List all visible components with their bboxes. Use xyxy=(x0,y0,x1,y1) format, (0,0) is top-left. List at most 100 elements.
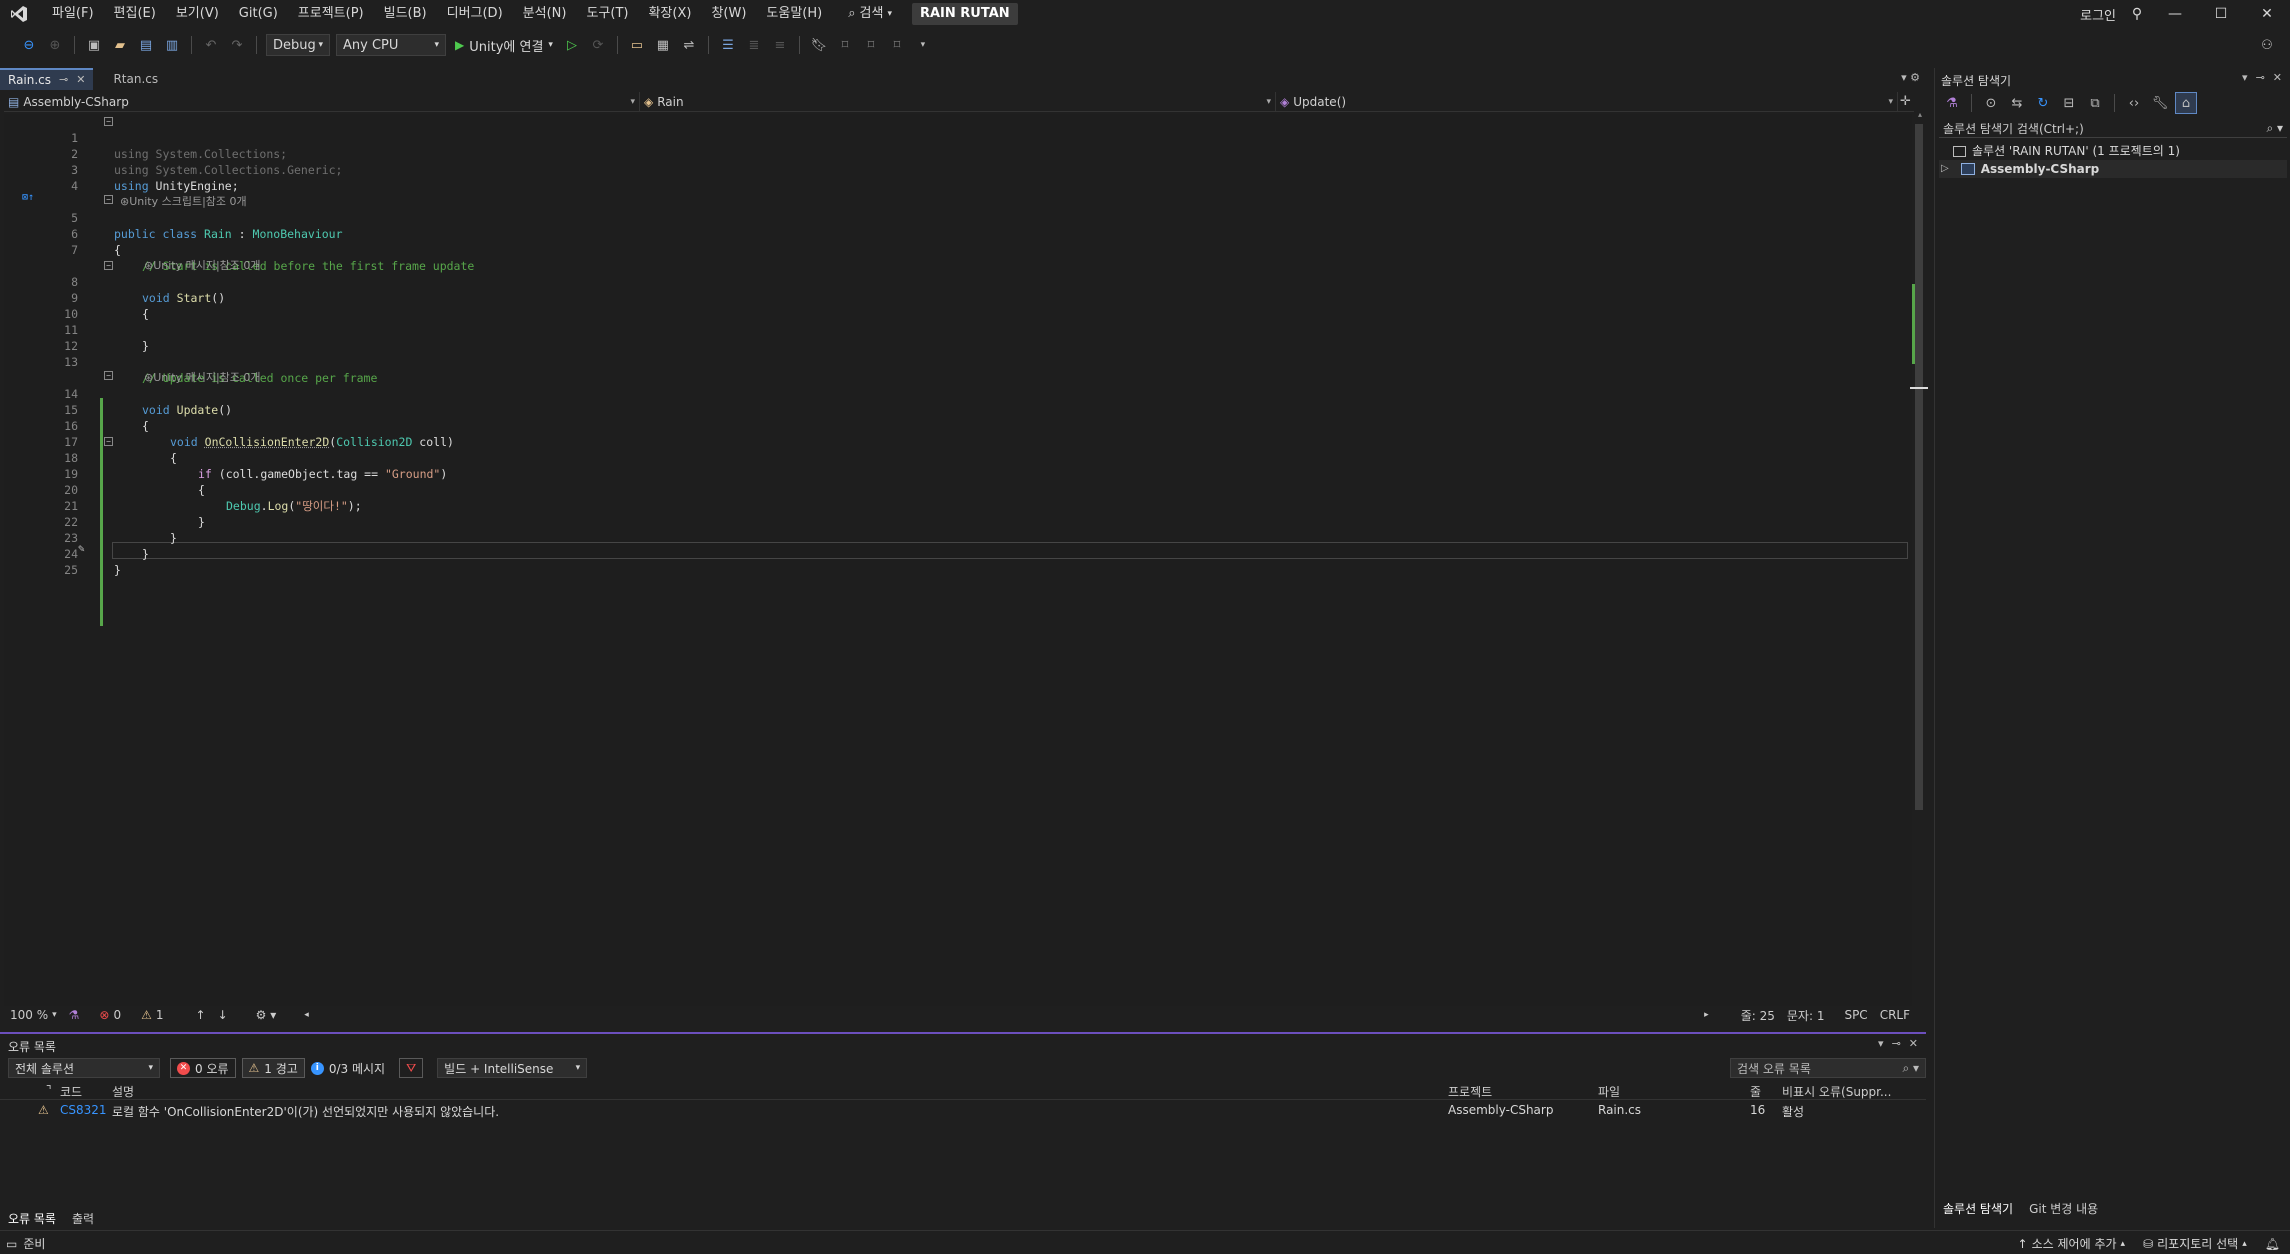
code-lens-text[interactable]: Unity 스크립트|참조 0개 xyxy=(129,195,246,208)
menu-debug[interactable]: 디버그(D) xyxy=(437,0,513,28)
code-lens-text[interactable]: Unity 메시지|참조 0개 xyxy=(153,371,260,384)
sort-icon[interactable]: ⌝ xyxy=(46,1083,52,1097)
collapse-icon[interactable]: − xyxy=(104,437,113,446)
show-all-files-icon[interactable]: ⧉ xyxy=(2084,92,2106,114)
menu-file[interactable]: 파일(F) xyxy=(42,0,104,28)
column-header-description[interactable]: 설명 xyxy=(112,1083,134,1100)
filter-toggle-button[interactable]: ⛛ xyxy=(399,1058,424,1078)
code-editor[interactable]: ⊠↑ ✎ − − − − − 1 using System.Collection… xyxy=(4,114,1912,1006)
hide-changes-icon[interactable]: ⇌ xyxy=(678,34,700,56)
menu-git[interactable]: Git(G) xyxy=(229,0,288,28)
tab-git-changes[interactable]: Git 변경 내용 xyxy=(2021,1200,2106,1218)
toggle-comment-icon[interactable]: ☰ xyxy=(717,34,739,56)
toolbar-overflow-icon[interactable]: ▾ xyxy=(912,34,934,56)
output-icon[interactable]: ▭ xyxy=(6,1237,17,1251)
scrollbar-thumb[interactable] xyxy=(1915,124,1923,810)
bookmark-icon[interactable]: 🔖︎ xyxy=(808,34,830,56)
column-header-code[interactable]: 코드 xyxy=(60,1083,82,1100)
close-icon[interactable]: ✕ xyxy=(1909,1037,1918,1050)
close-window-button[interactable]: ✕ xyxy=(2244,0,2290,28)
pin-icon[interactable]: ⊸ xyxy=(59,69,68,91)
pin-icon[interactable]: ⊸ xyxy=(1892,1037,1901,1050)
properties-icon[interactable]: 🔧︎ xyxy=(2149,92,2171,114)
column-header-project[interactable]: 프로젝트 xyxy=(1448,1083,1492,1100)
table-row[interactable]: ⚠ CS8321 로컬 함수 'OnCollisionEnter2D'이(가) … xyxy=(0,1102,1926,1122)
prev-bookmark-icon[interactable]: ⌑ xyxy=(834,34,856,56)
solution-search-input[interactable]: 솔루션 탐색기 검색(Ctrl+;) ⌕ ▾ xyxy=(1939,120,2287,138)
menu-edit[interactable]: 편집(E) xyxy=(104,0,166,28)
account-icon[interactable]: ⚲ xyxy=(2122,0,2152,28)
solution-config-select[interactable]: Debug ▾ xyxy=(266,34,330,56)
collapse-icon[interactable]: − xyxy=(104,261,113,270)
start-without-debug-icon[interactable]: ▷ xyxy=(561,34,583,56)
menu-tools[interactable]: 도구(T) xyxy=(576,0,638,28)
menu-extensions[interactable]: 확장(X) xyxy=(638,0,701,28)
column-header-suppression[interactable]: 비표시 오류(Suppr... xyxy=(1782,1083,1891,1100)
preview-icon[interactable]: ⌂ xyxy=(2175,92,2197,114)
error-source-select[interactable]: 빌드 + IntelliSense ▾ xyxy=(437,1058,588,1078)
chevron-down-icon[interactable]: ▾ xyxy=(1878,1037,1884,1050)
next-bookmark-icon[interactable]: ⌑ xyxy=(860,34,882,56)
warnings-filter-button[interactable]: ⚠ 1 경고 xyxy=(241,1058,305,1078)
tab-output[interactable]: 출력 xyxy=(64,1210,102,1228)
switch-views-icon[interactable]: ⚗ xyxy=(1941,92,1963,114)
login-link[interactable]: 로그인 xyxy=(2074,5,2122,24)
tree-item-project[interactable]: ▷ Assembly-CSharp xyxy=(1939,160,2287,178)
hot-reload-icon[interactable]: ⟳ xyxy=(587,34,609,56)
tab-overflow-icon[interactable]: ▾ ⚙ xyxy=(1901,71,1920,84)
menu-analyze[interactable]: 분석(N) xyxy=(513,0,577,28)
attach-unity-button[interactable]: ▶ Unity에 연결 ▾ xyxy=(449,34,559,56)
scroll-left-icon[interactable]: ◂ xyxy=(298,1010,315,1020)
code-style-icon[interactable]: ⚙ ▾ xyxy=(250,1008,283,1022)
solution-platform-select[interactable]: Any CPU ▾ xyxy=(336,34,446,56)
collapse-icon[interactable]: − xyxy=(104,195,113,204)
editor-vertical-scrollbar[interactable]: ▴ xyxy=(1910,110,1928,1006)
save-icon[interactable]: ▤ xyxy=(135,34,157,56)
indent-icon[interactable]: ≣ xyxy=(743,34,765,56)
error-scope-select[interactable]: 전체 솔루션 ▾ xyxy=(8,1058,160,1078)
notifications-icon[interactable]: 🔔︎ xyxy=(2265,1237,2280,1251)
column-header-line[interactable]: 줄 xyxy=(1750,1083,1761,1100)
line-ending-indicator[interactable]: CRLF xyxy=(1874,1008,1916,1022)
type-dropdown[interactable]: ◈ Rain ▾ xyxy=(640,91,1276,112)
new-project-icon[interactable]: ▣ xyxy=(83,34,105,56)
undo-icon[interactable]: ↶ xyxy=(200,34,222,56)
quick-actions-icon[interactable]: ✎ xyxy=(78,542,85,555)
browse-folder-icon[interactable]: ▭ xyxy=(626,34,648,56)
warning-count[interactable]: ⚠ 1 xyxy=(135,1008,169,1022)
menu-help[interactable]: 도움말(H) xyxy=(756,0,832,28)
line-indicator[interactable]: 줄: 25 xyxy=(1735,1007,1781,1024)
chevron-down-icon[interactable]: ▾ xyxy=(2242,71,2248,84)
zoom-select[interactable]: 100 % ▾ xyxy=(4,1008,63,1022)
tab-rain-cs[interactable]: Rain.cs ⊸ ✕ xyxy=(0,68,94,91)
column-header-file[interactable]: 파일 xyxy=(1598,1083,1620,1100)
pin-icon[interactable]: ⊸ xyxy=(2256,71,2265,84)
expand-arrow-icon[interactable]: ▷ xyxy=(1941,160,1949,178)
error-count[interactable]: ⊗ 0 xyxy=(93,1008,127,1022)
save-all-icon[interactable]: ▥ xyxy=(161,34,183,56)
view-code-icon[interactable]: ‹› xyxy=(2123,92,2145,114)
menu-project[interactable]: 프로젝트(P) xyxy=(288,0,374,28)
tab-error-list[interactable]: 오류 목록 xyxy=(0,1210,64,1228)
layout-icon[interactable]: ▦ xyxy=(652,34,674,56)
messages-filter-button[interactable]: i 0/3 메시지 xyxy=(310,1060,385,1077)
live-share-icon[interactable]: ⚇ xyxy=(2256,34,2278,56)
project-dropdown[interactable]: ▤ Assembly-CSharp ▾ xyxy=(4,91,640,112)
next-issue-icon[interactable]: ↓ xyxy=(212,1008,234,1022)
open-folder-icon[interactable]: ▰ xyxy=(109,34,131,56)
whitespace-indicator[interactable]: SPC xyxy=(1838,1008,1873,1022)
errors-filter-button[interactable]: ✕ 0 오류 xyxy=(170,1058,236,1078)
outdent-icon[interactable]: ≡ xyxy=(769,34,791,56)
global-search-button[interactable]: ⌕ 검색 ▾ xyxy=(838,0,902,28)
error-search-input[interactable]: 검색 오류 목록 ⌕ ▾ xyxy=(1730,1058,1926,1078)
column-indicator[interactable]: 문자: 1 xyxy=(1781,1007,1831,1024)
collapse-icon[interactable]: − xyxy=(104,117,113,126)
menu-build[interactable]: 빌드(B) xyxy=(374,0,437,28)
redo-icon[interactable]: ↷ xyxy=(226,34,248,56)
minimize-button[interactable]: — xyxy=(2152,0,2198,28)
scroll-up-icon[interactable]: ▴ xyxy=(1918,110,1922,119)
clear-bookmarks-icon[interactable]: ⌑ xyxy=(886,34,908,56)
back-nav-icon[interactable]: ⊖ xyxy=(18,34,40,56)
sync-icon[interactable]: ⇆ xyxy=(2006,92,2028,114)
scroll-right-icon[interactable]: ▸ xyxy=(1698,1010,1715,1020)
